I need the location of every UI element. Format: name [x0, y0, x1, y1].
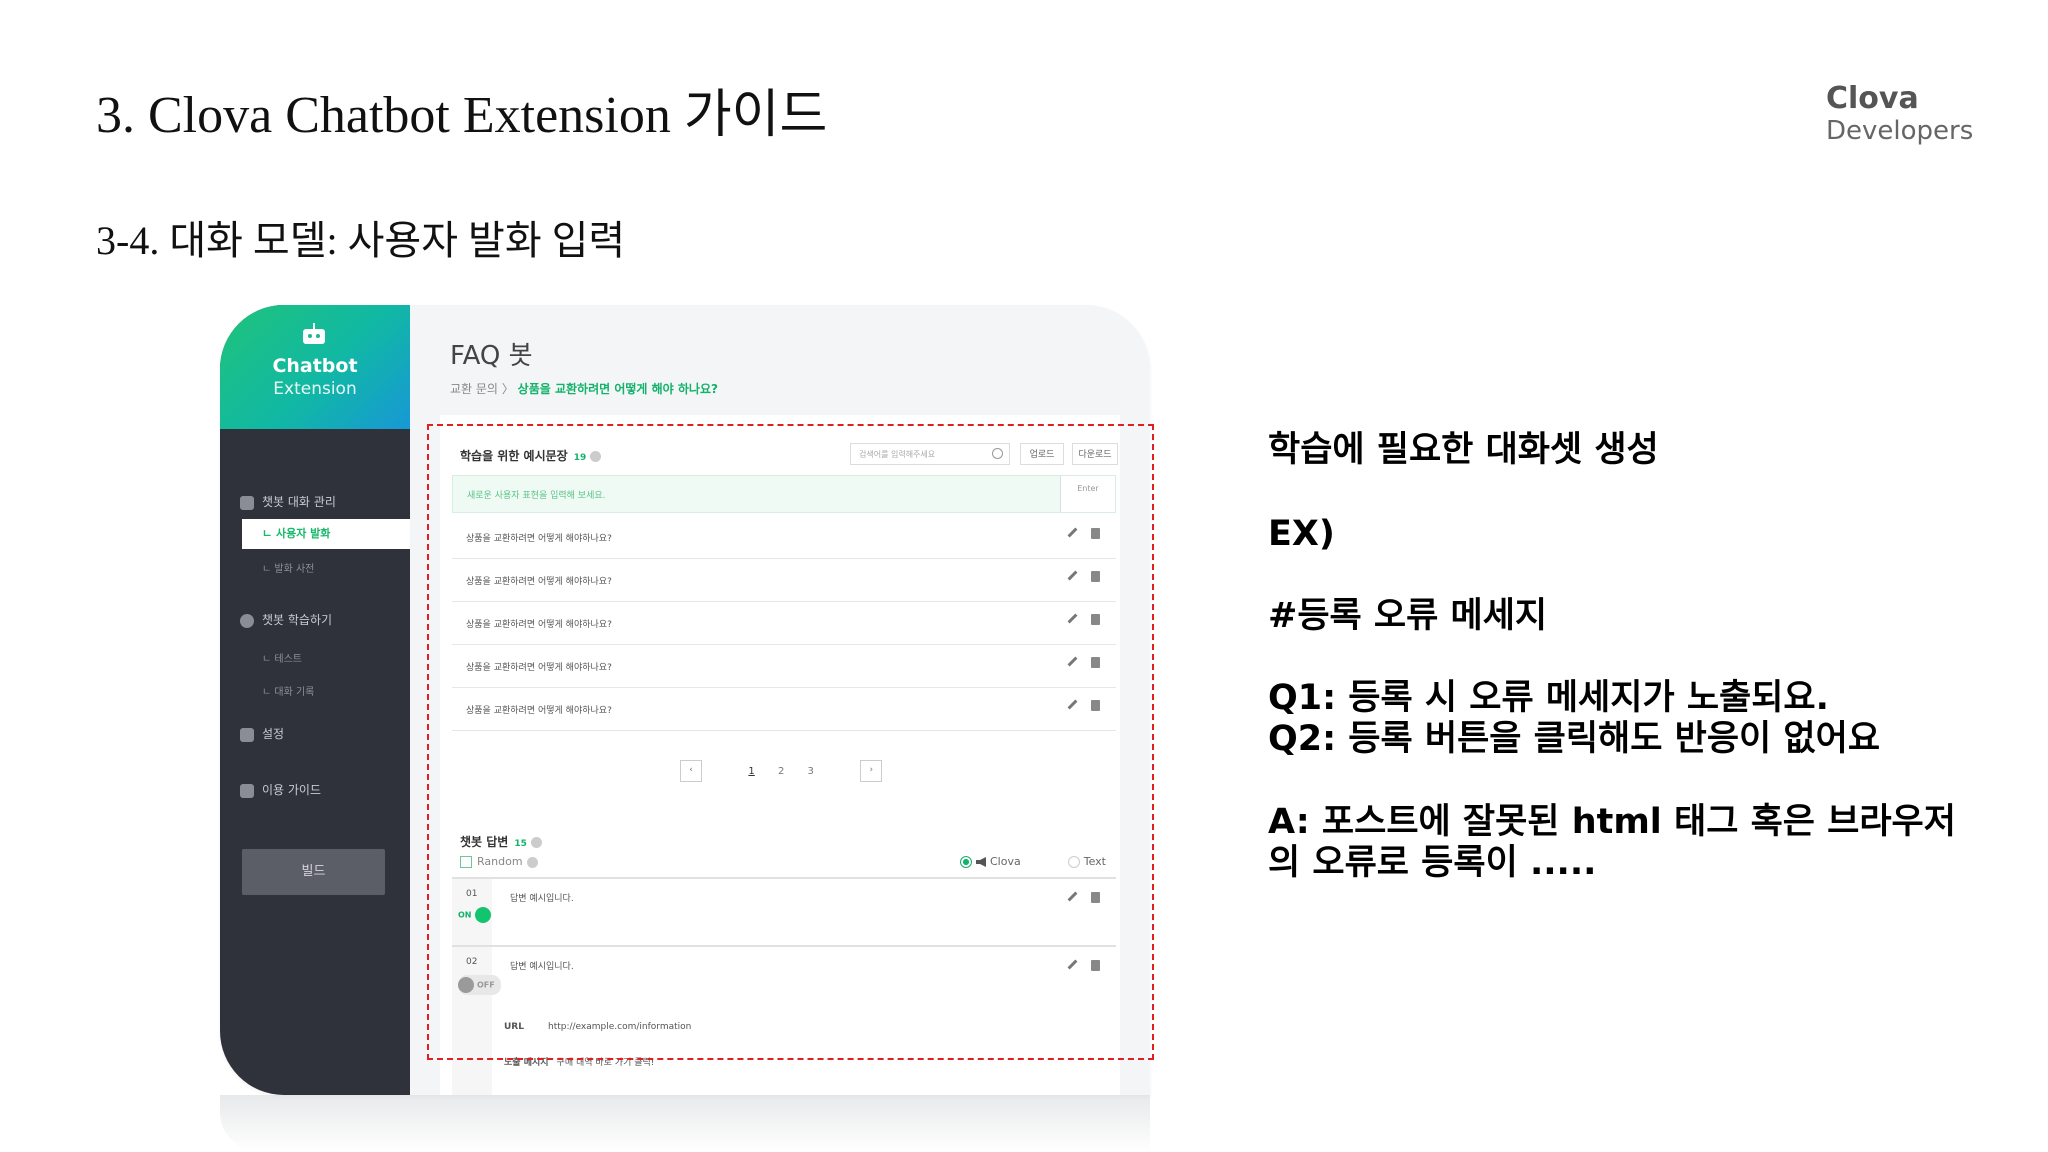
sidebar-item-train-chatbot[interactable]: 챗봇 학습하기	[240, 611, 332, 628]
chart-icon	[240, 727, 254, 742]
sidebar-title: Chatbot	[272, 355, 358, 377]
sidebar-item-chat-management[interactable]: 챗봇 대화 관리	[240, 493, 336, 510]
robot-icon	[303, 323, 325, 344]
note-line-1: 학습에 필요한 대화셋 생성	[1268, 430, 1659, 470]
note-line-6: A: 포스트에 잘못된 html 태그 혹은 브라우저	[1268, 802, 1956, 842]
slide-subtitle: 3-4. 대화 모델: 사용자 발화 입력	[96, 218, 626, 263]
sidebar-item-label: 설정	[262, 727, 285, 741]
sidebar-item-guide[interactable]: 이용 가이드	[240, 781, 321, 798]
note-line-4: Q1: 등록 시 오류 메세지가 노출되요.	[1268, 678, 1829, 718]
page-title: FAQ 봇	[450, 341, 533, 371]
breadcrumb-separator: 〉	[501, 382, 514, 396]
sidebar-item-utterance-dictionary[interactable]: ㄴ 발화 사전	[262, 560, 314, 575]
brand-logo: Clova Developers	[1826, 81, 1974, 147]
reflection	[220, 1095, 1150, 1152]
breadcrumb-parent[interactable]: 교환 문의	[450, 382, 498, 396]
breadcrumb: 교환 문의 〉 상품을 교환하려면 어떻게 해야 하나요?	[450, 380, 718, 397]
note-line-5: Q2: 등록 버튼을 클릭해도 반응이 없어요	[1268, 719, 1881, 759]
sidebar-item-test[interactable]: ㄴ 테스트	[262, 650, 302, 665]
sidebar-subtitle: Extension	[273, 379, 357, 399]
sidebar-item-user-utterance[interactable]: ㄴ 사용자 발화	[242, 519, 410, 549]
build-button[interactable]: 빌드	[242, 849, 385, 895]
sidebar-item-settings[interactable]: 설정	[240, 725, 284, 742]
sidebar-item-label: 챗봇 대화 관리	[262, 495, 336, 509]
brand-sub: Developers	[1826, 116, 1974, 146]
sidebar-header: Chatbot Extension	[220, 305, 410, 429]
sidebar: Chatbot Extension 챗봇 대화 관리 ㄴ 사용자 발화 ㄴ 발화…	[220, 305, 410, 1095]
sidebar-item-label: 이용 가이드	[262, 783, 322, 797]
note-line-2: EX)	[1268, 514, 1335, 554]
robot-face-icon	[240, 613, 254, 628]
slide-title: 3. Clova Chatbot Extension 가이드	[96, 87, 828, 144]
book-icon	[240, 783, 254, 798]
note-line-7: 의 오류로 등록이 .....	[1268, 843, 1597, 883]
brand-name: Clova	[1826, 81, 1919, 116]
sidebar-item-label: 챗봇 학습하기	[262, 613, 333, 627]
chat-icon	[240, 495, 254, 510]
sidebar-item-conversation-log[interactable]: ㄴ 대화 기록	[262, 683, 314, 698]
note-line-3: #등록 오류 메세지	[1268, 596, 1548, 636]
highlight-box	[427, 424, 1154, 1060]
breadcrumb-current: 상품을 교환하려면 어떻게 해야 하나요?	[517, 382, 718, 396]
